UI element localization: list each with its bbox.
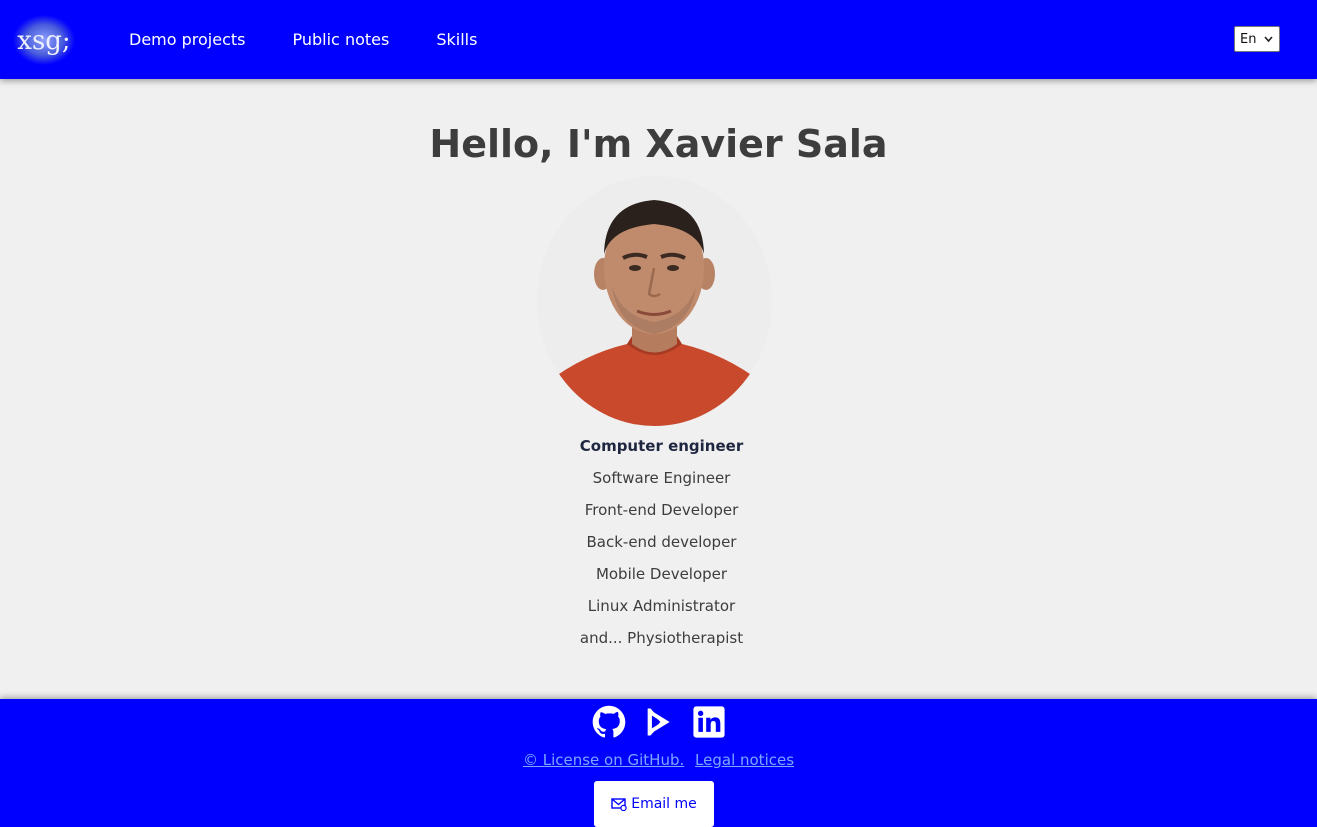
main-nav: Demo projects Public notes Skills xyxy=(129,0,524,79)
role-item: Linux Administrator xyxy=(587,597,736,615)
nav-skills[interactable]: Skills xyxy=(436,30,477,49)
google-play-icon xyxy=(647,708,670,736)
github-link[interactable] xyxy=(592,705,626,739)
language-select-value: En xyxy=(1240,31,1257,47)
footer-links: © License on GitHub. Legal notices xyxy=(0,751,1317,769)
roles-list: Computer engineer Software Engineer Fron… xyxy=(0,434,1317,658)
legal-notices-link[interactable]: Legal notices xyxy=(695,751,794,769)
role-item: Mobile Developer xyxy=(595,565,728,583)
page-title: Hello, I'm Xavier Sala xyxy=(429,122,888,166)
role-item: Software Engineer xyxy=(592,469,731,487)
site-logo[interactable]: xsg; xyxy=(12,14,76,66)
nav-public-notes[interactable]: Public notes xyxy=(293,30,390,49)
social-links xyxy=(0,705,1317,739)
profile-photo xyxy=(537,176,772,426)
footer: © License on GitHub. Legal notices Email… xyxy=(0,699,1317,827)
language-select[interactable]: En xyxy=(1234,26,1280,52)
role-item: Front-end Developer xyxy=(584,501,739,519)
linkedin-link[interactable] xyxy=(692,705,726,739)
role-item: and... Physiotherapist xyxy=(579,629,744,647)
mail-icon xyxy=(611,798,627,811)
chevron-down-icon xyxy=(1264,32,1273,49)
role-primary: Computer engineer xyxy=(579,437,744,455)
linkedin-icon xyxy=(692,706,725,738)
email-button-label: Email me xyxy=(631,796,697,812)
top-navbar: xsg; Demo projects Public notes Skills E… xyxy=(0,0,1317,79)
email-me-button[interactable]: Email me xyxy=(594,781,714,827)
svg-text:xsg;: xsg; xyxy=(17,26,70,56)
github-icon xyxy=(592,705,625,738)
role-item: Back-end developer xyxy=(586,533,737,551)
license-link[interactable]: © License on GitHub. xyxy=(523,751,684,769)
google-play-link[interactable] xyxy=(642,705,676,739)
nav-demo-projects[interactable]: Demo projects xyxy=(129,30,246,49)
